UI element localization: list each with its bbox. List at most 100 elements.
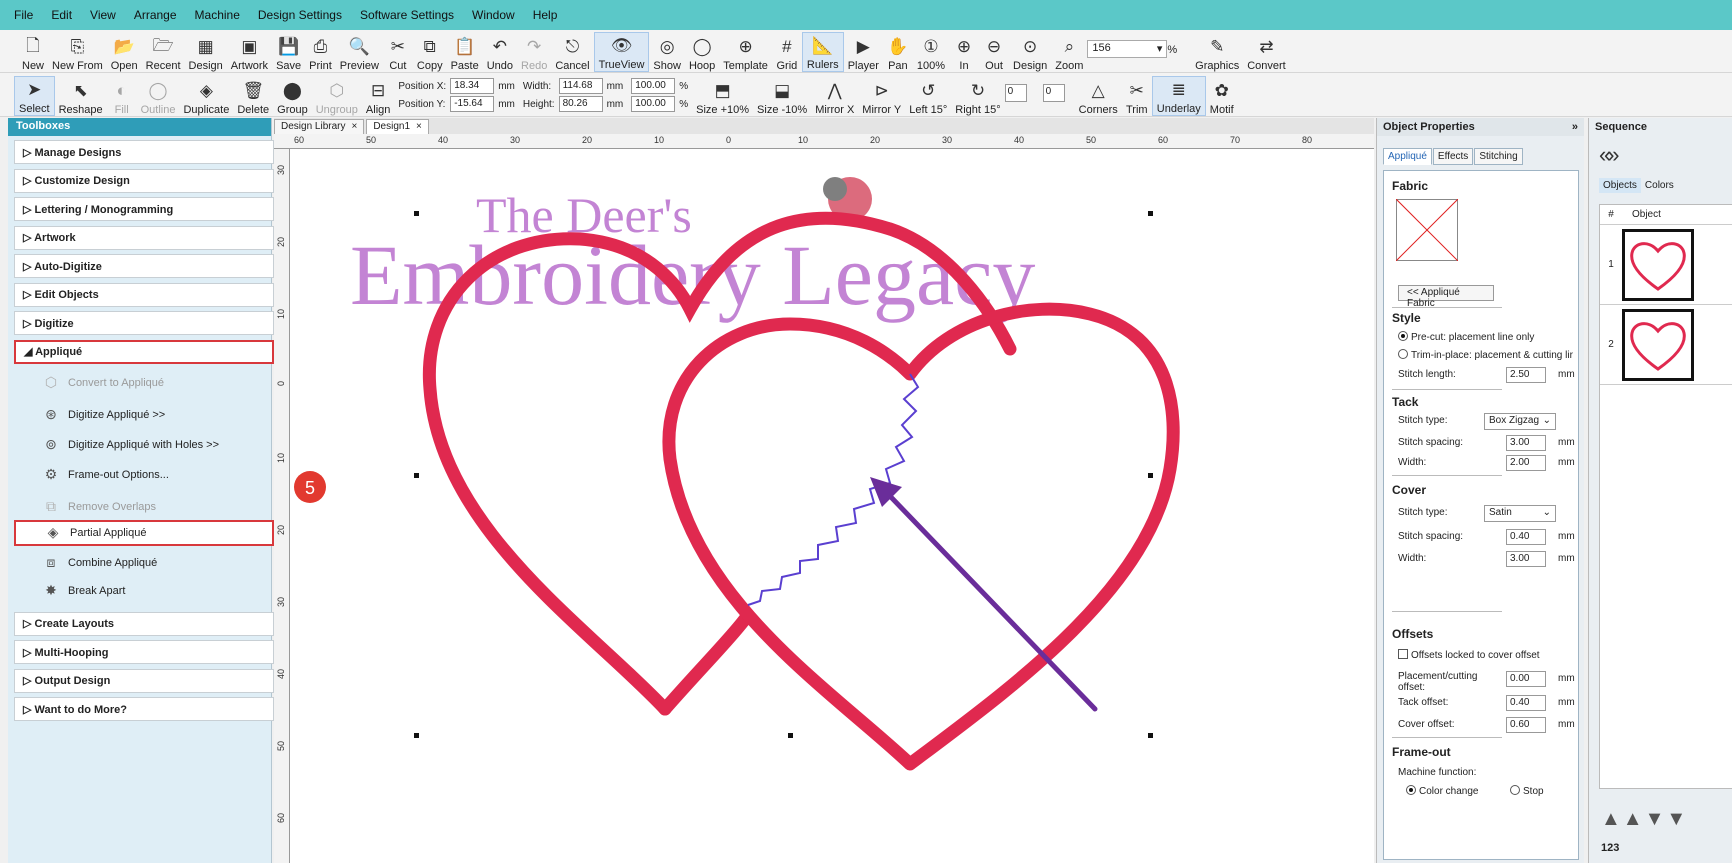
corners-button[interactable]: △ Corners: [1075, 76, 1122, 116]
align-button[interactable]: ⊟ Align: [362, 76, 394, 116]
new-from-button[interactable]: ⎘ New From: [48, 32, 107, 72]
sequence-nav-icon[interactable]: «»: [1599, 142, 1620, 168]
cover-width-field[interactable]: 3.00: [1506, 551, 1546, 567]
position-x-field[interactable]: 18.34: [450, 78, 495, 94]
hoop-button[interactable]: ◯ Hoop: [685, 32, 719, 72]
redo-button[interactable]: ↷ Redo: [517, 32, 551, 72]
toolbox-section-auto-digitize[interactable]: ▷ Auto-Digitize: [14, 254, 274, 278]
menu-design-settings[interactable]: Design Settings: [258, 8, 342, 22]
toolbox-section-applique[interactable]: ◢ Appliqué: [14, 339, 274, 364]
scale-height-field[interactable]: 100.00: [631, 96, 676, 112]
rotate-angle-field[interactable]: 0: [1004, 84, 1027, 102]
canvas-drawing[interactable]: The Deer's Embroidery Legacy 5: [290, 149, 1374, 863]
reshape-button[interactable]: ⬉ Reshape: [55, 76, 107, 116]
cancel-button[interactable]: ⎋ Cancel: [551, 32, 593, 72]
toolbox-item-frame-out-options[interactable]: ⚙ Frame-out Options...: [14, 462, 274, 488]
position-y-field[interactable]: -15.64: [450, 96, 495, 112]
cover-spacing-field[interactable]: 0.40: [1506, 529, 1546, 545]
skew-angle-field[interactable]: 0: [1042, 84, 1065, 102]
toolbox-section-create-layouts[interactable]: ▷ Create Layouts: [14, 611, 274, 636]
toolbox-section-lettering-monogramming[interactable]: ▷ Lettering / Monogramming: [14, 197, 274, 221]
recent-button[interactable]: 🗁 Recent: [142, 32, 185, 73]
show-button[interactable]: ◎ Show: [649, 32, 685, 72]
fill-button[interactable]: ◐ Fill: [107, 76, 137, 116]
fabric-swatch[interactable]: [1396, 199, 1458, 261]
right-heart-outline[interactable]: [662, 302, 1180, 771]
menu-machine[interactable]: Machine: [195, 8, 240, 22]
underlay-button[interactable]: ≣ Underlay: [1151, 76, 1206, 116]
toolbox-section-want-to-do-more[interactable]: ▷ Want to do More?: [14, 697, 274, 721]
tab-effects[interactable]: Effects: [1432, 148, 1474, 165]
table-row[interactable]: 2: [1600, 305, 1732, 385]
cut-button[interactable]: ✂ Cut: [383, 32, 413, 72]
color-change-radio[interactable]: Color change: [1406, 785, 1478, 797]
group-button[interactable]: ⬤ Group: [273, 76, 312, 116]
duplicate-button[interactable]: ◈ Duplicate: [179, 76, 233, 116]
applique-fabric-button[interactable]: << Appliqué Fabric: [1398, 285, 1494, 309]
design-button[interactable]: ⊙ Design: [1009, 32, 1051, 72]
toolbox-section-manage-designs[interactable]: ▷ Manage Designs: [14, 140, 274, 164]
toolbox-item-combine-appliqu[interactable]: ⧈ Combine Appliqué: [14, 550, 274, 576]
design-canvas[interactable]: 60 50 40 30 20 10 0 10 20 30 40 50 60 70 80 30 20 10 0 10 2…: [274, 134, 1374, 863]
sequence-order-icons[interactable]: ▲▲▼▼: [1601, 808, 1688, 831]
collapse-panel-icon[interactable]: »: [1572, 121, 1578, 133]
menu-edit[interactable]: Edit: [51, 8, 72, 22]
toolbox-section-output-design[interactable]: ▷ Output Design: [14, 668, 274, 693]
trim-button[interactable]: ✂ Trim: [1122, 76, 1152, 116]
toolbox-section-multi-hooping[interactable]: ▷ Multi-Hooping: [14, 640, 274, 664]
template-button[interactable]: ⊕ Template: [719, 32, 772, 72]
right-15-button[interactable]: ↻ Right 15°: [951, 76, 1004, 116]
toolbox-section-edit-objects[interactable]: ▷ Edit Objects: [14, 282, 274, 307]
zoom-button[interactable]: ⌕ Zoom: [1051, 32, 1087, 72]
open-button[interactable]: 📂 Open: [107, 32, 142, 72]
rulers-button[interactable]: 📐 Rulers: [801, 32, 844, 72]
height-field[interactable]: 80.26: [558, 96, 603, 112]
toolbox-section-customize-design[interactable]: ▷ Customize Design: [14, 168, 274, 193]
cover-type-select[interactable]: Satin ⌄: [1484, 505, 1556, 522]
size-10-button[interactable]: ⬓ Size -10%: [753, 76, 811, 116]
player-button[interactable]: ▶ Player: [844, 32, 883, 72]
zoom-level-input[interactable]: 156 ▾: [1087, 40, 1168, 58]
stitch-length-field[interactable]: 2.50: [1506, 367, 1546, 383]
scale-width-field[interactable]: 100.00: [631, 78, 676, 94]
menu-help[interactable]: Help: [533, 8, 558, 22]
toolbox-item-break-apart[interactable]: ✸ Break Apart: [14, 578, 274, 604]
save-button[interactable]: 💾 Save: [272, 32, 305, 72]
copy-button[interactable]: ⧉ Copy: [413, 32, 447, 72]
tack-spacing-field[interactable]: 3.00: [1506, 435, 1546, 451]
table-row[interactable]: 1: [1600, 225, 1732, 305]
100-button[interactable]: ① 100%: [913, 32, 949, 72]
tack-offset-field[interactable]: 0.40: [1506, 695, 1546, 711]
paste-button[interactable]: 📋 Paste: [447, 32, 483, 72]
stop-radio[interactable]: Stop: [1510, 785, 1544, 797]
artwork-button[interactable]: ▣ Artwork: [227, 32, 272, 72]
motif-button[interactable]: ✿ Motif: [1206, 76, 1238, 116]
left-15-button[interactable]: ↺ Left 15°: [905, 76, 951, 116]
tab-appliqu[interactable]: Appliqué: [1383, 148, 1432, 165]
preview-button[interactable]: 🔍 Preview: [336, 32, 383, 72]
select-button[interactable]: ➤ Select: [14, 76, 55, 116]
width-field[interactable]: 114.68: [558, 78, 603, 94]
toolbox-item-remove-overlaps[interactable]: ⧉ Remove Overlaps: [14, 494, 274, 520]
tab-colors[interactable]: Colors: [1641, 178, 1678, 193]
toolbox-item-digitize-appliqu-with-holes[interactable]: ⊚ Digitize Appliqué with Holes >>: [14, 432, 274, 458]
style-precut-radio[interactable]: Pre-cut: placement line only: [1398, 331, 1534, 343]
new-button[interactable]: 🗋 New: [18, 32, 48, 73]
size-10-button[interactable]: ⬒ Size +10%: [692, 76, 753, 116]
toolbox-section-artwork[interactable]: ▷ Artwork: [14, 225, 274, 250]
convert-button[interactable]: ⇄ Convert: [1243, 32, 1290, 72]
ungroup-button[interactable]: ⬡ Ungroup: [312, 76, 362, 116]
tack-type-select[interactable]: Box Zigzag ⌄: [1484, 413, 1556, 430]
tab-stitching[interactable]: Stitching: [1474, 148, 1523, 165]
graphics-button[interactable]: ✎ Graphics: [1191, 32, 1243, 72]
toolbox-item-convert-to-appliqu[interactable]: ⬡ Convert to Appliqué: [14, 370, 274, 396]
menu-window[interactable]: Window: [472, 8, 515, 22]
doc-tab-design-library[interactable]: Design Library ×: [274, 119, 365, 134]
design-button[interactable]: ▦ Design: [185, 32, 227, 72]
toolbox-section-digitize[interactable]: ▷ Digitize: [14, 311, 274, 335]
placement-offset-field[interactable]: 0.00: [1506, 671, 1546, 687]
tab-objects[interactable]: Objects: [1599, 178, 1641, 193]
undo-button[interactable]: ↶ Undo: [483, 32, 517, 72]
out-button[interactable]: ⊖ Out: [979, 32, 1009, 72]
pan-button[interactable]: ✋ Pan: [883, 32, 913, 72]
